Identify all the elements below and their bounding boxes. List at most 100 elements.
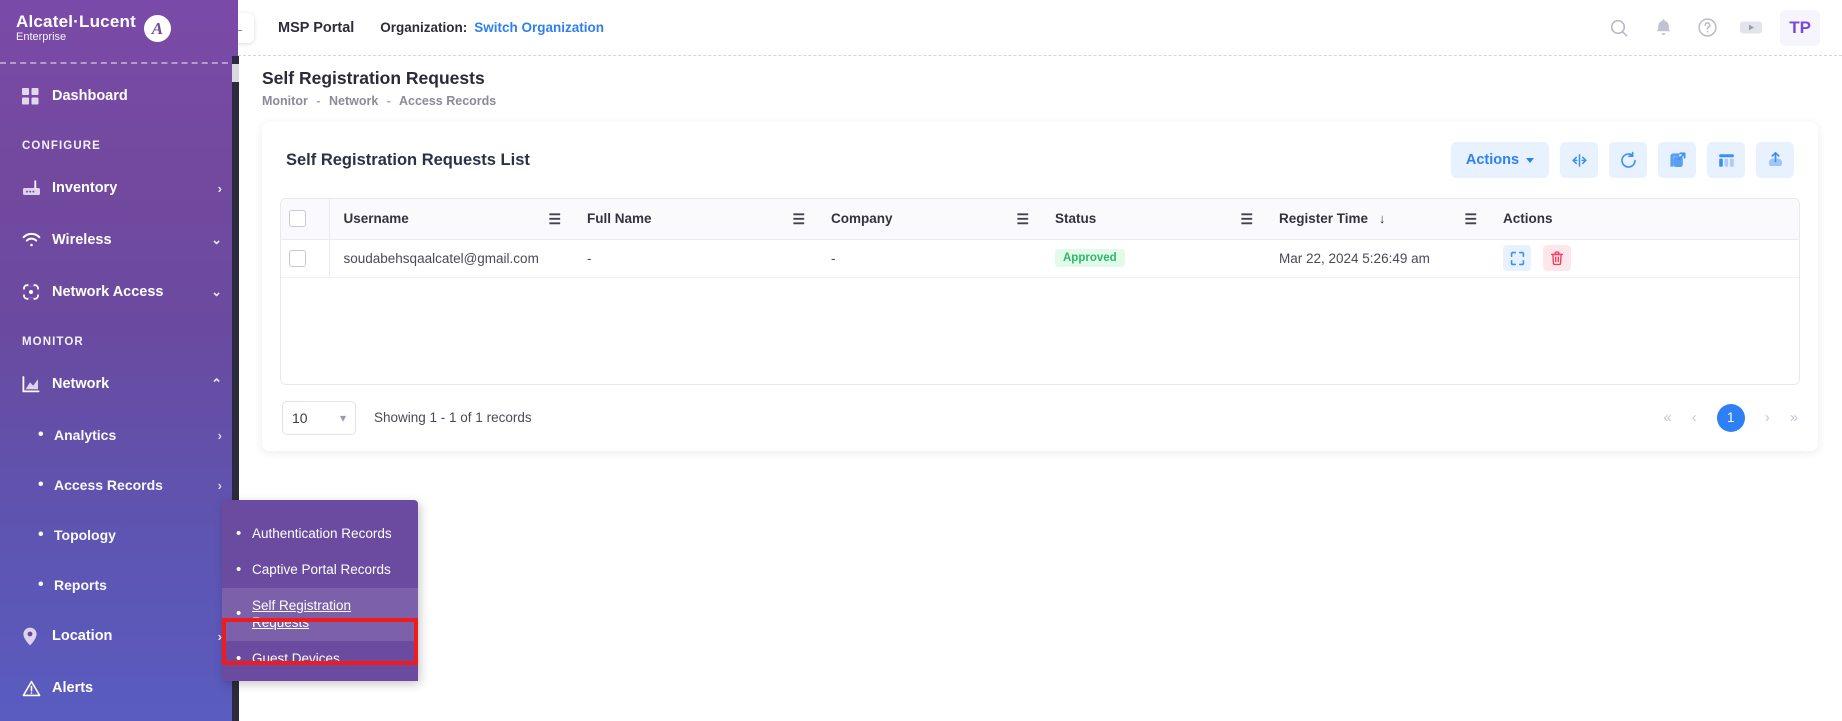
sidebar-item-inventory[interactable]: Inventory › — [0, 162, 238, 214]
cell-register-time: Mar 22, 2024 5:26:49 am — [1265, 239, 1489, 277]
sidebar-item-label: Alerts — [52, 680, 222, 696]
main-area: ← MSP Portal Organization: Switch Organi… — [238, 0, 1842, 721]
sidebar-item-dashboard[interactable]: Dashboard — [0, 70, 238, 122]
column-menu-icon[interactable]: ☰ — [792, 212, 805, 226]
chart-icon — [22, 376, 48, 393]
sidebar-item-label: Inventory — [52, 180, 218, 196]
chevron-down-icon — [1526, 158, 1534, 163]
refresh-icon[interactable] — [1609, 142, 1647, 178]
column-label: Actions — [1503, 211, 1553, 226]
sidebar-subitem-label: Analytics — [54, 427, 218, 443]
self-registration-requests-card: Self Registration Requests List Actions — [262, 122, 1818, 451]
breadcrumb-item-network[interactable]: Network — [329, 94, 378, 108]
column-menu-icon[interactable]: ☰ — [1016, 212, 1029, 226]
dashboard-icon — [22, 88, 48, 105]
brand-mark-icon: A — [144, 15, 171, 42]
column-header-full-name[interactable]: Full Name ☰ — [573, 199, 817, 239]
pagination-first[interactable]: « — [1663, 409, 1671, 426]
columns-icon[interactable] — [1707, 142, 1745, 178]
table-row[interactable]: soudabehsqaalcatel@gmail.com - - Approve… — [281, 239, 1799, 277]
avatar[interactable]: TP — [1780, 10, 1820, 46]
brand-logo[interactable]: Alcatel·Lucent Enterprise A — [0, 0, 238, 56]
actions-button[interactable]: Actions — [1451, 142, 1549, 178]
submenu-item-guest-devices[interactable]: • Guest Devices — [222, 641, 418, 677]
sidebar-item-network-access[interactable]: Network Access ⌄ — [0, 266, 238, 318]
chevron-right-icon: › — [218, 428, 222, 443]
scrollbar-thumb[interactable] — [232, 64, 239, 82]
submenu-item-label: Guest Devices — [252, 650, 340, 668]
export-icon[interactable] — [1756, 142, 1794, 178]
video-icon[interactable] — [1734, 11, 1768, 45]
access-records-submenu: • Authentication Records • Captive Porta… — [222, 500, 418, 681]
cell-actions — [1489, 239, 1799, 277]
view-detail-icon[interactable] — [1503, 245, 1531, 271]
sidebar-item-analytics[interactable]: • Analytics › — [0, 410, 238, 460]
column-label: Status — [1055, 211, 1096, 226]
card-header: Self Registration Requests List Actions — [262, 122, 1818, 192]
submenu-item-authentication-records[interactable]: • Authentication Records — [222, 516, 418, 552]
wifi-icon — [22, 232, 48, 248]
sidebar-item-label: Location — [52, 628, 218, 644]
sidebar: Alcatel·Lucent Enterprise A Dashboard CO… — [0, 0, 238, 721]
sidebar-group-configure: CONFIGURE — [0, 122, 238, 162]
pagination-last[interactable]: » — [1790, 409, 1798, 426]
delete-icon[interactable] — [1543, 245, 1571, 271]
table-body: soudabehsqaalcatel@gmail.com - - Approve… — [281, 239, 1799, 277]
router-icon — [22, 180, 48, 197]
sidebar-nav: Dashboard CONFIGURE Inventory › — [0, 64, 238, 721]
page-header: Self Registration Requests Monitor - Net… — [238, 56, 1842, 118]
column-header-username[interactable]: Username ☰ — [329, 199, 573, 239]
portal-title: MSP Portal — [278, 20, 354, 36]
pagination: « ‹ 1 › » — [1663, 404, 1798, 432]
table-footer: 10 ▾ Showing 1 - 1 of 1 records « ‹ 1 › … — [262, 385, 1818, 437]
column-label: Full Name — [587, 211, 652, 226]
sidebar-item-reports[interactable]: • Reports — [0, 560, 238, 610]
search-icon[interactable] — [1602, 11, 1636, 45]
table-header-row: Username ☰ Full Name ☰ Company ☰ — [281, 199, 1799, 239]
bell-icon[interactable] — [1646, 11, 1680, 45]
breadcrumb-separator: - — [316, 94, 320, 108]
network-access-icon — [22, 283, 48, 301]
breadcrumb-item-access-records[interactable]: Access Records — [399, 94, 496, 108]
sidebar-item-wireless[interactable]: Wireless ⌄ — [0, 214, 238, 266]
breadcrumb-item-monitor[interactable]: Monitor — [262, 94, 308, 108]
submenu-item-captive-portal-records[interactable]: • Captive Portal Records — [222, 552, 418, 588]
sidebar-item-access-records[interactable]: • Access Records › — [0, 460, 238, 510]
column-header-status[interactable]: Status ☰ — [1041, 199, 1265, 239]
fit-columns-icon[interactable] — [1560, 142, 1598, 178]
table-head: Username ☰ Full Name ☰ Company ☰ — [281, 199, 1799, 239]
column-menu-icon[interactable]: ☰ — [548, 212, 561, 226]
sidebar-item-network[interactable]: Network ⌃ — [0, 358, 238, 410]
submenu-item-self-registration-requests[interactable]: • Self Registration Requests — [222, 588, 418, 642]
column-header-company[interactable]: Company ☰ — [817, 199, 1041, 239]
page-size-select[interactable]: 10 ▾ — [282, 401, 356, 435]
sidebar-item-topology[interactable]: • Topology — [0, 510, 238, 560]
sidebar-subitem-label: Topology — [54, 527, 222, 543]
switch-organization-link[interactable]: Switch Organization — [474, 20, 604, 35]
sort-descending-icon[interactable]: ↓ — [1379, 211, 1386, 226]
sidebar-item-alerts[interactable]: Alerts — [0, 662, 238, 714]
app-root: Alcatel·Lucent Enterprise A Dashboard CO… — [0, 0, 1842, 721]
location-icon — [22, 627, 48, 646]
expand-icon[interactable] — [1658, 142, 1696, 178]
brand-name: Alcatel·Lucent — [16, 13, 136, 31]
records-summary: Showing 1 - 1 of 1 records — [374, 410, 532, 425]
pagination-next[interactable]: › — [1765, 409, 1770, 426]
sidebar-group-monitor: MONITOR — [0, 318, 238, 358]
breadcrumb-separator: - — [387, 94, 391, 108]
row-select-cell — [281, 239, 329, 277]
sidebar-subitem-label: Reports — [54, 577, 222, 593]
column-menu-icon[interactable]: ☰ — [1240, 212, 1253, 226]
cell-full-name: - — [573, 239, 817, 277]
table-empty-space — [281, 278, 1799, 384]
column-menu-icon[interactable]: ☰ — [1464, 212, 1477, 226]
alert-icon — [22, 680, 48, 697]
column-header-register-time[interactable]: Register Time ↓ ☰ — [1265, 199, 1489, 239]
row-checkbox[interactable] — [289, 250, 306, 267]
brand-subtitle: Enterprise — [16, 32, 136, 44]
pagination-prev[interactable]: ‹ — [1692, 409, 1697, 426]
sidebar-item-location[interactable]: Location › — [0, 610, 238, 662]
select-all-checkbox[interactable] — [289, 210, 306, 227]
pagination-page-1[interactable]: 1 — [1717, 404, 1745, 432]
help-icon[interactable] — [1690, 11, 1724, 45]
